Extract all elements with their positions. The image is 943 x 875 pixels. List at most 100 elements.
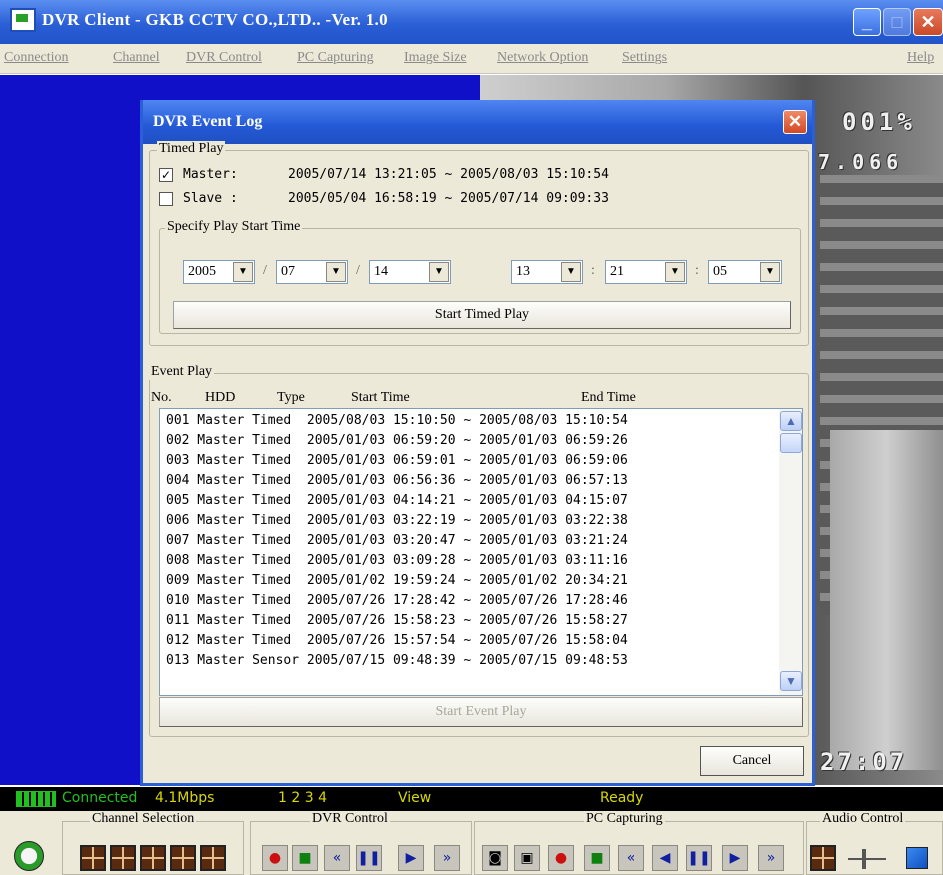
list-item[interactable]: 009 Master Timed 2005/01/02 19:59:24 ~ 2… <box>166 573 628 588</box>
close-button[interactable]: ✕ <box>913 8 943 36</box>
slave-checkbox[interactable] <box>159 192 173 206</box>
ready-status: Ready <box>600 790 644 806</box>
menu-help[interactable]: Help <box>907 50 934 66</box>
pc-capturing-label: PC Capturing <box>584 811 665 827</box>
list-item[interactable]: 012 Master Timed 2005/07/26 15:57:54 ~ 2… <box>166 633 628 648</box>
play-icon[interactable]: ▶ <box>398 845 424 871</box>
second-select[interactable]: 05 ▼ <box>708 260 782 284</box>
day-value: 14 <box>374 264 388 279</box>
fast-forward-icon[interactable]: » <box>434 845 460 871</box>
list-item[interactable]: 011 Master Timed 2005/07/26 15:58:23 ~ 2… <box>166 613 628 628</box>
cancel-button[interactable]: Cancel <box>700 746 804 776</box>
list-item[interactable]: 002 Master Timed 2005/01/03 06:59:20 ~ 2… <box>166 433 628 448</box>
channel-3-icon[interactable] <box>170 845 196 871</box>
month-value: 07 <box>281 264 295 279</box>
list-item[interactable]: 005 Master Timed 2005/01/03 04:14:21 ~ 2… <box>166 493 628 508</box>
scroll-down-icon[interactable]: ▼ <box>780 671 802 691</box>
start-event-play-button[interactable]: Start Event Play <box>159 697 803 727</box>
slave-label: Slave : <box>183 191 238 206</box>
pc-step-back-icon[interactable]: ◀ <box>652 845 678 871</box>
month-select[interactable]: 07 ▼ <box>276 260 348 284</box>
signal-meter <box>16 791 56 807</box>
pc-stop-icon[interactable]: ■ <box>584 845 610 871</box>
minimize-icon: _ <box>861 12 872 32</box>
stop-icon[interactable]: ■ <box>292 845 318 871</box>
bitrate-status: 4.1Mbps <box>155 790 215 806</box>
chevron-down-icon: ▼ <box>561 262 581 282</box>
event-list[interactable]: 001 Master Timed 2005/08/03 15:10:50 ~ 2… <box>159 408 803 696</box>
snapshot-camera-icon[interactable]: ◙ <box>482 845 508 871</box>
list-item[interactable]: 010 Master Timed 2005/07/26 17:28:42 ~ 2… <box>166 593 628 608</box>
timed-play-legend: Timed Play <box>157 141 226 157</box>
list-item[interactable]: 001 Master Timed 2005/08/03 15:10:50 ~ 2… <box>166 413 628 428</box>
start-timed-play-button[interactable]: Start Timed Play <box>173 301 791 329</box>
pc-pause-icon[interactable]: ❚❚ <box>686 845 712 871</box>
hour-select[interactable]: 13 ▼ <box>511 260 583 284</box>
minute-select[interactable]: 21 ▼ <box>605 260 687 284</box>
channel-1-icon[interactable] <box>110 845 136 871</box>
minimize-button[interactable]: _ <box>853 8 881 36</box>
osd-value: 7.066 <box>818 150 904 174</box>
menu-channel[interactable]: Channel <box>113 50 160 66</box>
menu-pc-capturing[interactable]: PC Capturing <box>297 50 374 66</box>
menu-settings[interactable]: Settings <box>622 50 667 66</box>
chevron-down-icon: ▼ <box>429 262 449 282</box>
event-log-dialog: DVR Event Log ✕ Timed Play ✓ Master: 200… <box>140 100 815 786</box>
channel-2-icon[interactable] <box>140 845 166 871</box>
menu-connection[interactable]: Connection <box>4 50 69 66</box>
menu-network-option[interactable]: Network Option <box>497 50 588 66</box>
menu-dvr-control[interactable]: DVR Control <box>186 50 262 66</box>
pc-rewind-icon[interactable]: « <box>618 845 644 871</box>
pc-play-icon[interactable]: ▶ <box>722 845 748 871</box>
audio-channel-icon[interactable] <box>810 845 836 871</box>
title-bar: DVR Client - GKB CCTV CO.,LTD.. -Ver. 1.… <box>0 0 943 44</box>
column-header-hdd: HDD <box>205 390 236 405</box>
osd-time: 27:07 <box>820 748 908 776</box>
list-item[interactable]: 013 Master Sensor 2005/07/15 09:48:39 ~ … <box>166 653 628 668</box>
volume-slider-thumb[interactable] <box>862 849 866 869</box>
day-select[interactable]: 14 ▼ <box>369 260 451 284</box>
list-item[interactable]: 006 Master Timed 2005/01/03 03:22:19 ~ 2… <box>166 513 628 528</box>
chevron-down-icon: ▼ <box>326 262 346 282</box>
menu-image-size[interactable]: Image Size <box>404 50 467 66</box>
app-icon <box>10 8 36 32</box>
hour-value: 13 <box>516 264 530 279</box>
master-range: 2005/07/14 13:21:05 ~ 2005/08/03 15:10:5… <box>288 167 609 182</box>
video-camera-icon[interactable]: ▣ <box>514 845 540 871</box>
status-bar: Connected 4.1Mbps 1 2 3 4 View Ready <box>0 787 943 811</box>
pc-fast-forward-icon[interactable]: » <box>758 845 784 871</box>
mode-status: View <box>398 790 432 806</box>
master-checkbox[interactable]: ✓ <box>159 168 173 182</box>
date-separator: / <box>263 263 267 278</box>
dialog-close-button[interactable]: ✕ <box>783 110 807 134</box>
scroll-thumb[interactable] <box>780 433 802 453</box>
channel-selection-label: Channel Selection <box>90 811 197 827</box>
dialog-title-bar: DVR Event Log ✕ <box>143 100 812 144</box>
quad-view-icon[interactable] <box>80 845 106 871</box>
chevron-down-icon: ▼ <box>760 262 780 282</box>
event-play-legend: Event Play <box>149 364 215 380</box>
list-item[interactable]: 008 Master Timed 2005/01/03 03:09:28 ~ 2… <box>166 553 628 568</box>
record-icon[interactable]: ● <box>262 845 288 871</box>
power-icon[interactable] <box>14 841 44 871</box>
slave-range: 2005/05/04 16:58:19 ~ 2005/07/14 09:09:3… <box>288 191 609 206</box>
minute-value: 21 <box>610 264 624 279</box>
chevron-down-icon: ▼ <box>665 262 685 282</box>
year-select[interactable]: 2005 ▼ <box>183 260 255 284</box>
date-separator: / <box>356 263 360 278</box>
window-title: DVR Client - GKB CCTV CO.,LTD.. -Ver. 1.… <box>42 10 388 29</box>
list-item[interactable]: 003 Master Timed 2005/01/03 06:59:01 ~ 2… <box>166 453 628 468</box>
pause-icon[interactable]: ❚❚ <box>356 845 382 871</box>
channel-4-icon[interactable] <box>200 845 226 871</box>
list-item[interactable]: 007 Master Timed 2005/01/03 03:20:47 ~ 2… <box>166 533 628 548</box>
volume-slider-track[interactable] <box>848 858 886 860</box>
speaker-icon[interactable] <box>906 847 928 869</box>
scroll-up-icon[interactable]: ▲ <box>780 411 802 431</box>
list-item[interactable]: 004 Master Timed 2005/01/03 06:56:36 ~ 2… <box>166 473 628 488</box>
maximize-button[interactable]: □ <box>883 8 911 36</box>
rewind-icon[interactable]: « <box>324 845 350 871</box>
chevron-down-icon: ▼ <box>233 262 253 282</box>
list-scrollbar[interactable]: ▲ ▼ <box>779 409 802 695</box>
pc-record-icon[interactable]: ● <box>548 845 574 871</box>
audio-control-label: Audio Control <box>820 811 906 827</box>
